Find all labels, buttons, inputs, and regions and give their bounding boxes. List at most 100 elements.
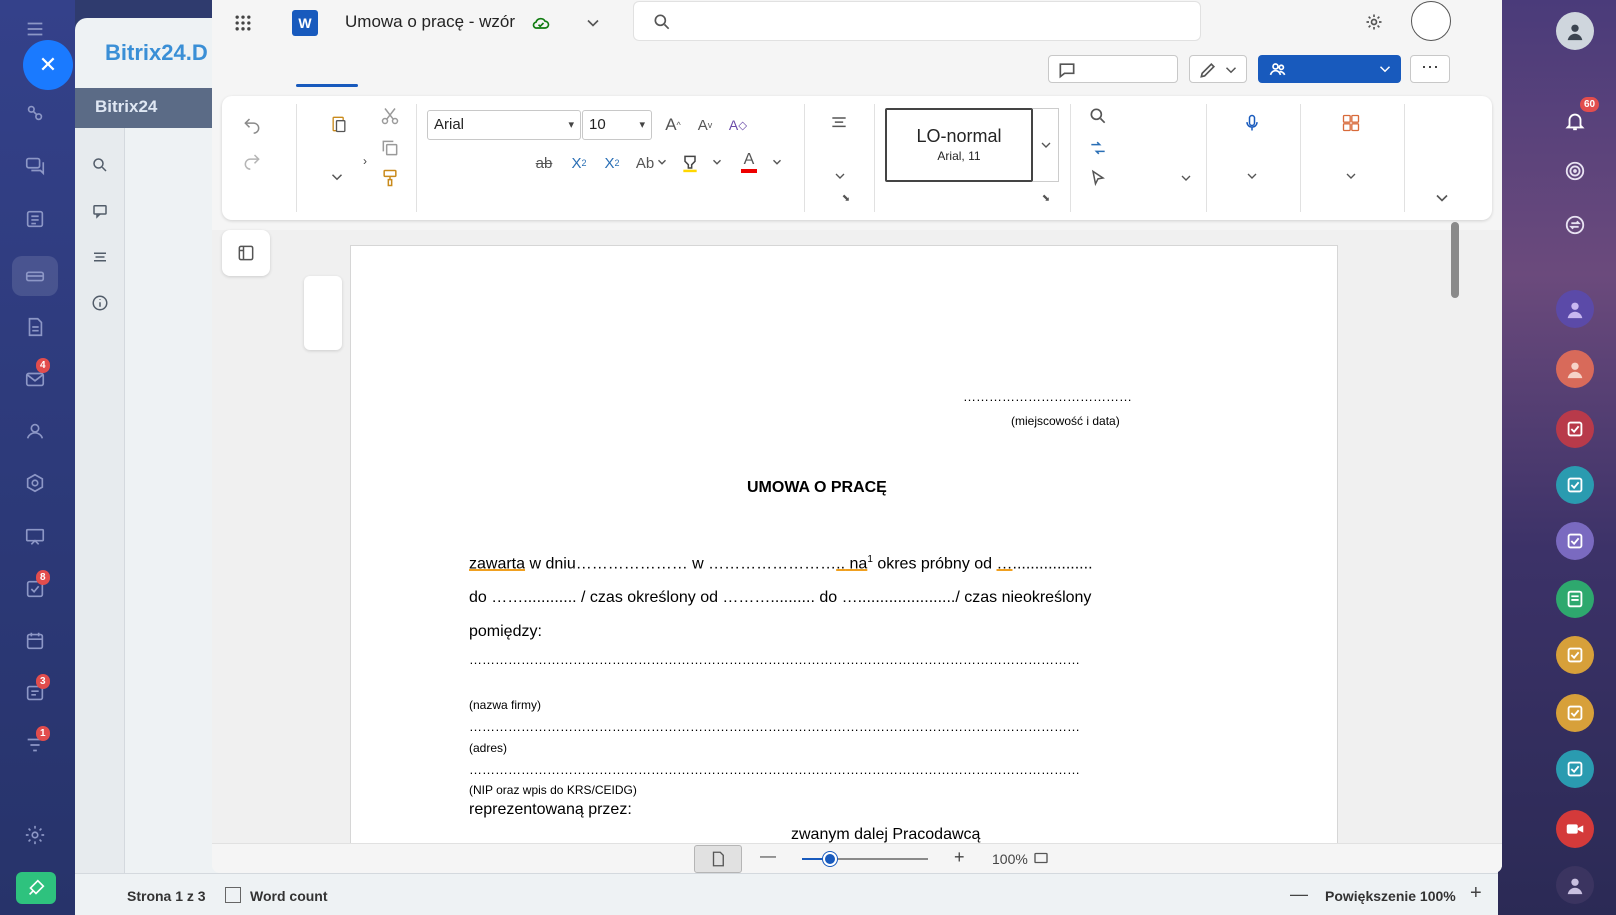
styles-dropdown[interactable] [1033,108,1059,182]
cut-icon[interactable] [380,106,400,126]
share-button[interactable] [1258,55,1401,83]
account-avatar[interactable] [1411,1,1451,41]
comment-icon [1057,60,1077,80]
paste-chevron-down-icon[interactable] [328,168,346,186]
gear-icon[interactable] [1362,10,1386,34]
outline-icon[interactable] [88,245,112,269]
document-title[interactable]: Umowa o pracę - wzór [345,12,515,32]
redo-icon[interactable] [240,148,264,172]
replace-icon[interactable] [1088,138,1108,158]
change-case-chevron-icon[interactable] [655,155,669,169]
format-painter-icon[interactable] [380,168,400,188]
word-window: W Umowa o pracę - wzór ··· › Arial ▾ 10 … [212,0,1502,873]
info-icon[interactable] [88,291,112,315]
close-slider-button[interactable]: ✕ [23,40,73,90]
word-count-label[interactable]: Word count [250,888,328,904]
find-icon[interactable] [1088,106,1108,126]
strikethrough-icon[interactable]: ab [532,152,556,174]
app-launcher-icon[interactable] [230,10,256,36]
paragraph-chevron-icon[interactable] [832,168,848,184]
navigation-pane-button[interactable] [222,230,270,276]
fit-width-icon[interactable] [1032,849,1050,867]
hexagon-icon[interactable] [18,466,52,500]
font-size-dropdown[interactable]: 10 ▾ [582,110,652,140]
comments-button[interactable] [1048,55,1178,83]
settings-icon[interactable] [18,818,52,852]
more-options-button[interactable]: ··· [1410,55,1450,83]
paragraph-dialog-launcher-icon[interactable]: ⬊ [840,192,852,204]
zoom-slider-thumb[interactable] [823,852,837,866]
video-call-icon[interactable] [1556,810,1594,848]
task-chat-icon[interactable] [1556,636,1594,674]
line1-word: zawarta [469,555,526,573]
search-box[interactable] [633,1,1201,41]
ribbon-expand-chevron-icon[interactable] [1432,188,1452,208]
chevron-down-icon: ▾ [568,119,574,131]
shrink-font-icon[interactable]: Av [694,114,716,136]
font-color-chevron-icon[interactable] [770,155,784,169]
styles-dialog-launcher-icon[interactable]: ⬊ [1040,192,1052,204]
comment-icon[interactable] [88,199,112,223]
calendar-icon[interactable] [18,624,52,658]
change-case-icon[interactable]: Ab [633,152,657,174]
page-view-button[interactable] [694,845,742,873]
chevron-down-icon [1222,61,1240,79]
line1-dots: .. [836,555,846,573]
zoom-out-icon[interactable]: — [1290,884,1308,905]
document-chat-icon[interactable] [1556,580,1594,618]
rocket-icon[interactable] [16,872,56,904]
search-icon[interactable] [88,153,112,177]
superscript-icon[interactable]: X2 [600,152,624,174]
zoom-out-icon[interactable]: — [760,848,776,866]
feed-icon[interactable] [18,202,52,236]
contacts-icon[interactable] [18,414,52,448]
select-icon[interactable] [1088,168,1108,188]
dictate-chevron-icon[interactable] [1244,168,1260,184]
contact-avatar-1[interactable] [1556,290,1594,328]
paste-icon[interactable] [324,108,354,140]
chat-icon[interactable] [18,148,52,182]
paragraph-align-icon[interactable] [825,111,853,135]
clipboard-more-icon[interactable]: › [363,154,367,168]
add-ins-chevron-icon[interactable] [1343,168,1359,184]
place-date-label: (miejscowość i data) [1011,414,1120,428]
grow-font-icon[interactable]: A ^ [662,114,684,136]
undo-icon[interactable] [240,112,264,136]
user-avatar[interactable] [1556,12,1594,50]
font-color-icon[interactable]: A [737,150,761,174]
task-chat-icon[interactable] [1556,466,1594,504]
documents-icon[interactable] [18,310,52,344]
highlight-chevron-icon[interactable] [710,155,724,169]
task-chat-icon[interactable] [1556,522,1594,560]
vertical-scrollbar-thumb[interactable] [1451,222,1459,298]
zoom-percentage[interactable]: 100% [992,851,1028,867]
title-chevron-down-icon[interactable] [582,12,604,34]
task-chat-icon[interactable] [1556,410,1594,448]
comment-margin-card[interactable] [304,276,342,350]
target-icon[interactable] [1556,152,1594,190]
editing-chevron-icon[interactable] [1178,170,1194,186]
search-input[interactable] [682,10,1182,34]
board-icon[interactable] [18,520,52,554]
chevron-down-icon [1376,60,1394,78]
task-chat-icon[interactable] [1556,750,1594,788]
subscript-icon[interactable]: X2 [567,152,591,174]
dictate-microphone-icon[interactable] [1238,108,1266,138]
zoom-in-icon[interactable]: + [1470,882,1482,905]
add-ins-icon[interactable] [1336,108,1366,138]
contact-avatar-3[interactable] [1556,866,1594,904]
address-dots: …………………………………………………………………………………………………………… [469,719,1080,734]
ai-icon[interactable] [18,96,52,130]
zoom-in-icon[interactable]: + [954,847,965,868]
highlight-icon[interactable] [678,152,702,174]
copy-icon[interactable] [380,138,400,158]
font-name-dropdown[interactable]: Arial ▾ [427,110,581,140]
task-chat-icon[interactable] [1556,694,1594,732]
contact-avatar-2[interactable] [1556,350,1594,388]
sync-icon[interactable] [1556,206,1594,244]
drive-icon[interactable] [12,256,58,296]
title-bar: W Umowa o pracę - wzór [212,0,1502,48]
style-gallery-item[interactable]: LO-normal Arial, 11 [885,108,1033,182]
clear-formatting-icon[interactable]: A ◇ [727,114,749,136]
editing-mode-button[interactable] [1189,55,1247,83]
